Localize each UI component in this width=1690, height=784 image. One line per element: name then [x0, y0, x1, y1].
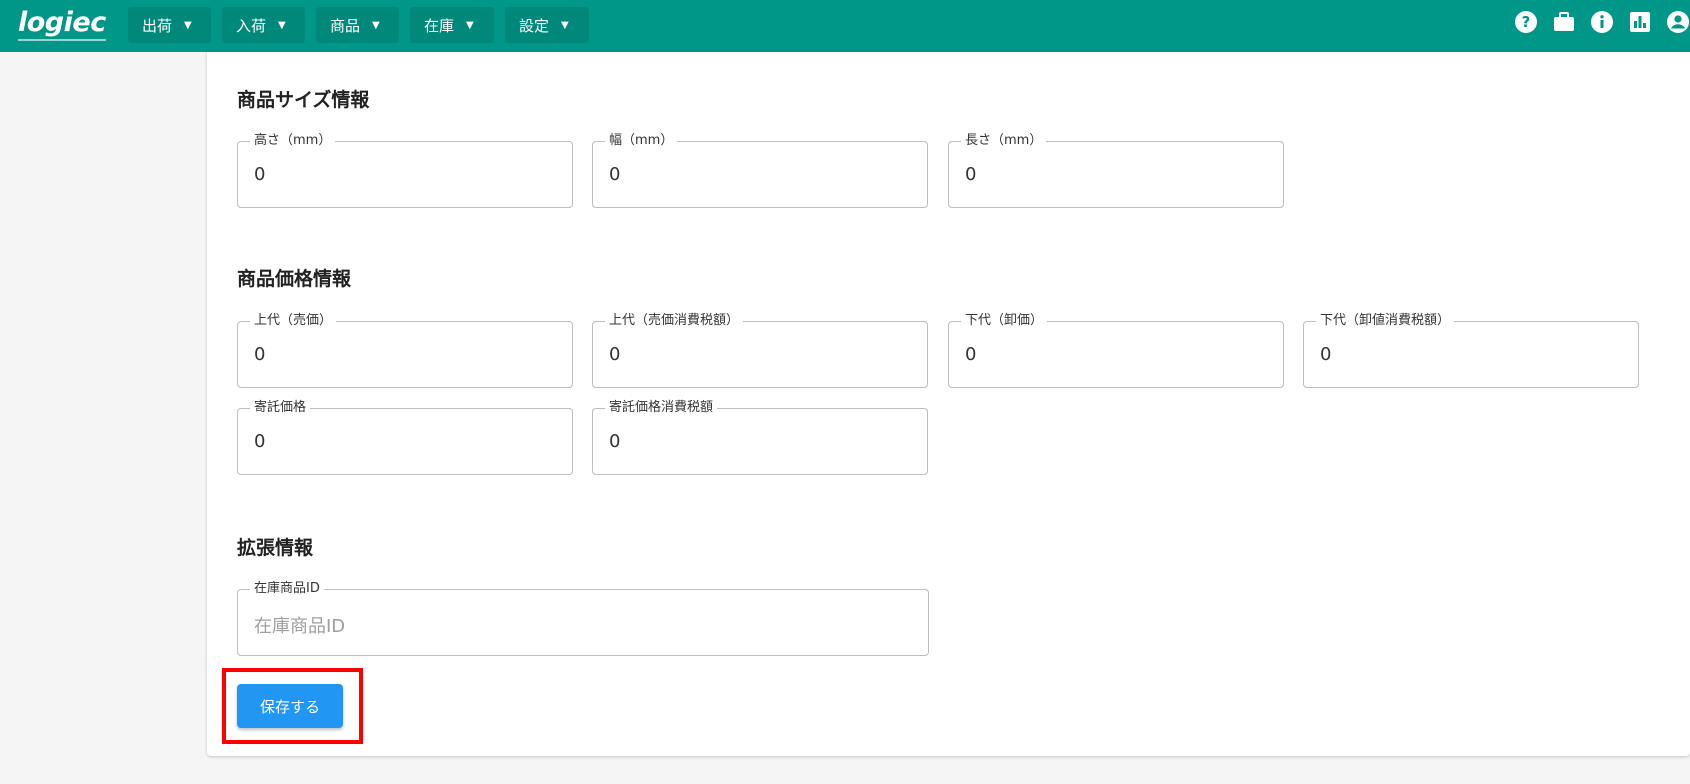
field-value: 0 [609, 344, 621, 365]
field-value: 0 [254, 431, 266, 452]
logo-underline [18, 39, 106, 41]
nav-label: 在庫 [424, 16, 455, 35]
wholesale-price-field[interactable]: 下代（卸価） 0 [948, 313, 1284, 388]
field-label: 下代（卸価） [961, 313, 1048, 329]
main-nav: 出荷 ▼ 入荷 ▼ 商品 ▼ 在庫 ▼ 設定 ▼ [128, 7, 600, 43]
nav-label: 商品 [330, 16, 361, 35]
field-value: 0 [609, 431, 621, 452]
nav-label: 設定 [519, 16, 550, 35]
nav-shipping-menu[interactable]: 出荷 ▼ [128, 7, 211, 43]
nav-receiving-menu[interactable]: 入荷 ▼ [222, 7, 305, 43]
field-label: 高さ（mm） [250, 133, 336, 149]
briefcase-icon[interactable] [1552, 10, 1576, 34]
caret-down-icon: ▼ [372, 19, 380, 31]
retail-price-tax-field[interactable]: 上代（売価消費税額） 0 [592, 313, 928, 388]
info-icon[interactable] [1590, 10, 1614, 34]
field-value: 0 [965, 344, 977, 365]
caret-down-icon: ▼ [561, 19, 569, 31]
consignment-price-tax-field[interactable]: 寄託価格消費税額 0 [592, 400, 928, 475]
field-label: 長さ（mm） [961, 133, 1047, 149]
field-label: 寄託価格 [250, 400, 311, 416]
nav-label: 入荷 [236, 16, 267, 35]
field-value: 0 [965, 164, 977, 185]
nav-label: 出荷 [142, 16, 173, 35]
field-value: 0 [609, 164, 621, 185]
nav-inventory-menu[interactable]: 在庫 ▼ [410, 7, 494, 43]
logiec-logo[interactable]: logiec [18, 8, 106, 44]
save-button[interactable]: 保存する [237, 684, 343, 728]
nav-products-menu[interactable]: 商品 ▼ [316, 7, 399, 43]
field-value: 0 [254, 164, 266, 185]
header-actions: ? [1514, 10, 1690, 34]
wholesale-price-tax-field[interactable]: 下代（卸値消費税額） 0 [1303, 313, 1639, 388]
field-placeholder: 在庫商品ID [254, 616, 346, 637]
field-label: 在庫商品ID [250, 581, 324, 597]
field-value: 0 [1320, 344, 1332, 365]
field-label: 幅（mm） [605, 133, 678, 149]
account-icon[interactable] [1666, 10, 1690, 34]
top-app-bar: logiec 出荷 ▼ 入荷 ▼ 商品 ▼ 在庫 ▼ 設定 ▼ ? [0, 0, 1690, 52]
length-field[interactable]: 長さ（mm） 0 [948, 133, 1284, 208]
field-label: 寄託価格消費税額 [605, 400, 718, 416]
section-title-size: 商品サイズ情報 [237, 89, 370, 111]
field-label: 上代（売価） [250, 313, 337, 329]
width-field[interactable]: 幅（mm） 0 [592, 133, 928, 208]
stock-product-id-field[interactable]: 在庫商品ID 在庫商品ID [237, 581, 929, 656]
field-label: 上代（売価消費税額） [605, 313, 744, 329]
caret-down-icon: ▼ [278, 19, 286, 31]
section-title-extended: 拡張情報 [237, 537, 314, 559]
consignment-price-field[interactable]: 寄託価格 0 [237, 400, 573, 475]
logo-text: logiec [18, 7, 106, 38]
nav-settings-menu[interactable]: 設定 ▼ [505, 7, 589, 43]
caret-down-icon: ▼ [466, 19, 474, 31]
field-value: 0 [254, 344, 266, 365]
field-label: 下代（卸値消費税額） [1316, 313, 1455, 329]
retail-price-field[interactable]: 上代（売価） 0 [237, 313, 573, 388]
svg-text:?: ? [1522, 13, 1531, 31]
height-field[interactable]: 高さ（mm） 0 [237, 133, 573, 208]
chart-icon[interactable] [1628, 10, 1652, 34]
help-icon[interactable]: ? [1514, 10, 1538, 34]
section-title-price: 商品価格情報 [237, 268, 352, 290]
caret-down-icon: ▼ [184, 19, 192, 31]
